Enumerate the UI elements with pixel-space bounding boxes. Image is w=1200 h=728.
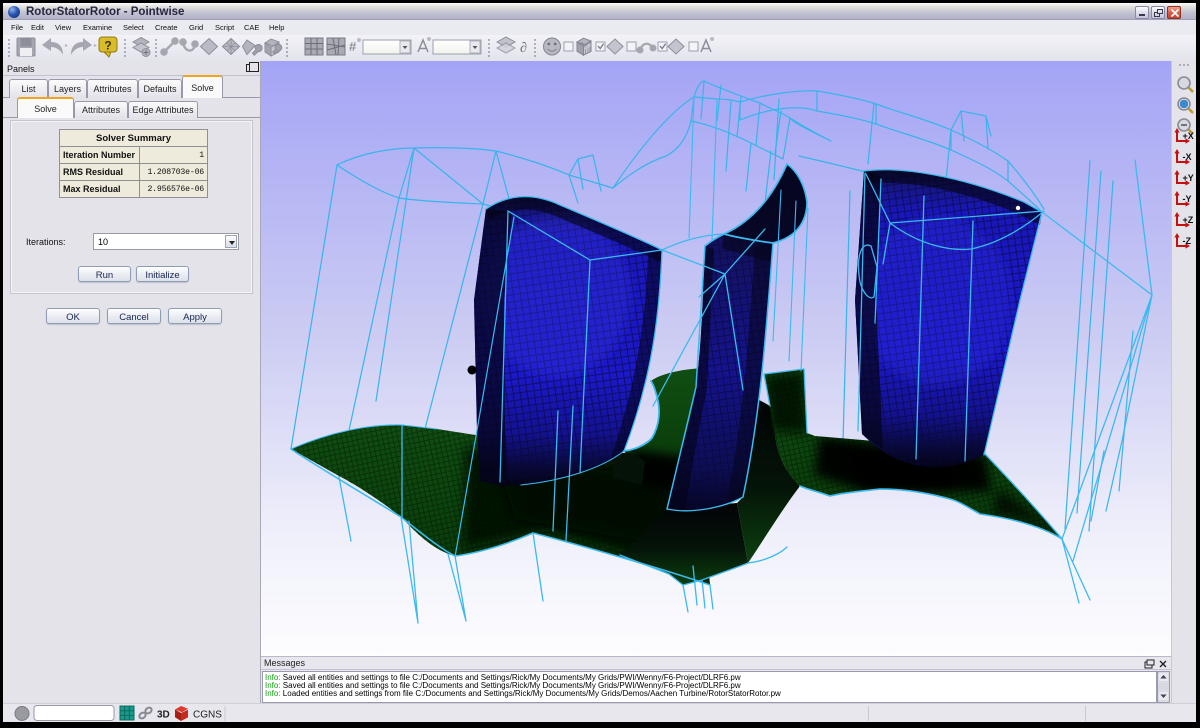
svg-text:-Y: -Y: [1183, 194, 1192, 204]
svg-text:+Z: +Z: [1183, 215, 1194, 225]
svg-text:-X: -X: [1183, 152, 1192, 162]
svg-text:+Y: +Y: [1183, 173, 1194, 183]
svg-text:3D: 3D: [157, 710, 170, 721]
svg-text:+X: +X: [1183, 131, 1194, 141]
svg-text:#: #: [349, 39, 357, 54]
svg-text:?: ?: [104, 39, 111, 53]
svg-text:-Z: -Z: [1183, 236, 1192, 246]
svg-text:CGNS: CGNS: [193, 710, 222, 721]
svg-text:∂: ∂: [520, 41, 527, 56]
